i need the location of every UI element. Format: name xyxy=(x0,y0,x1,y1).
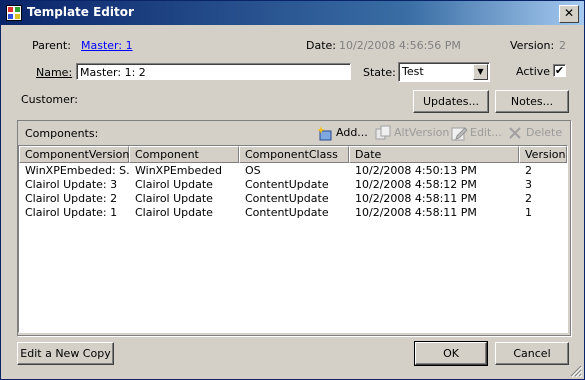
add-label: Add... xyxy=(336,126,368,139)
cell-component: Clairol Update xyxy=(135,206,213,219)
updates-button[interactable]: Updates... xyxy=(413,90,489,113)
edit-label: Edit... xyxy=(470,126,502,139)
active-label: Active xyxy=(516,65,551,78)
close-icon: ✕ xyxy=(563,6,575,20)
checkmark-icon: ✔ xyxy=(554,64,565,77)
cell-componentclass: ContentUpdate xyxy=(245,192,329,205)
name-field-value: Master: 1: 2 xyxy=(80,66,146,79)
cancel-button[interactable]: Cancel xyxy=(495,342,569,365)
altversion-icon xyxy=(375,125,391,140)
customer-label: Customer: xyxy=(21,93,78,106)
components-list[interactable]: ComponentVersion Component ComponentClas… xyxy=(18,145,568,333)
form-icon xyxy=(6,5,22,21)
column-header-componentclass[interactable]: ComponentClass xyxy=(239,146,349,163)
cell-componentversion: Clairol Update: 2 xyxy=(25,192,118,205)
edit-new-copy-button[interactable]: Edit a New Copy xyxy=(17,342,114,365)
column-header-componentversion[interactable]: ComponentVersion xyxy=(19,146,129,163)
edit-icon xyxy=(451,127,467,141)
title-bar[interactable]: Template Editor ✕ xyxy=(1,1,584,25)
cell-date: 10/2/2008 4:50:13 PM xyxy=(355,164,477,177)
column-header-date[interactable]: Date xyxy=(349,146,519,163)
state-select-value: Test xyxy=(402,65,424,78)
version-value: 2 xyxy=(559,39,566,52)
add-icon xyxy=(317,126,332,141)
cell-componentversion: WinXPEmbeded: S... xyxy=(25,164,129,177)
date-value: 10/2/2008 4:56:56 PM xyxy=(339,39,461,52)
column-header-component[interactable]: Component xyxy=(129,146,239,163)
cell-componentversion: Clairol Update: 3 xyxy=(25,178,118,191)
cell-componentclass: ContentUpdate xyxy=(245,206,329,219)
cell-componentclass: ContentUpdate xyxy=(245,178,329,191)
active-checkbox[interactable]: ✔ xyxy=(553,64,566,77)
name-label: Name: xyxy=(36,66,73,79)
parent-label: Parent: xyxy=(32,39,71,52)
cell-date: 10/2/2008 4:58:11 PM xyxy=(355,192,477,205)
cell-date: 10/2/2008 4:58:11 PM xyxy=(355,206,477,219)
cell-componentversion: Clairol Update: 1 xyxy=(25,206,118,219)
cell-version: 2 xyxy=(525,164,532,177)
state-select[interactable]: Test ▼ xyxy=(398,62,490,82)
components-label: Components: xyxy=(25,127,99,140)
window-title: Template Editor xyxy=(27,5,134,19)
resize-grip-icon[interactable] xyxy=(570,365,582,377)
date-label: Date: xyxy=(306,39,336,52)
ok-button[interactable]: OK xyxy=(414,341,488,366)
notes-button[interactable]: Notes... xyxy=(495,90,569,113)
cell-component: WinXPEmbeded xyxy=(135,164,222,177)
column-header-version[interactable]: Version xyxy=(519,146,567,163)
cell-version: 1 xyxy=(525,206,532,219)
version-label: Version: xyxy=(510,39,555,52)
cell-version: 2 xyxy=(525,192,532,205)
delete-icon xyxy=(509,127,521,139)
cell-component: Clairol Update xyxy=(135,192,213,205)
cell-componentclass: OS xyxy=(245,164,261,177)
parent-link[interactable]: Master: 1 xyxy=(81,39,133,52)
close-button[interactable]: ✕ xyxy=(559,5,579,23)
cell-version: 3 xyxy=(525,178,532,191)
cell-date: 10/2/2008 4:58:12 PM xyxy=(355,178,477,191)
template-editor-window: Template Editor ✕ Parent: Master: 1 Date… xyxy=(0,0,585,380)
delete-label: Delete xyxy=(526,126,563,139)
cell-component: Clairol Update xyxy=(135,178,213,191)
name-field[interactable]: Master: 1: 2 xyxy=(76,63,351,80)
state-label: State: xyxy=(363,66,396,79)
altversion-label: AltVersion xyxy=(394,126,450,139)
chevron-down-icon[interactable]: ▼ xyxy=(473,64,488,80)
